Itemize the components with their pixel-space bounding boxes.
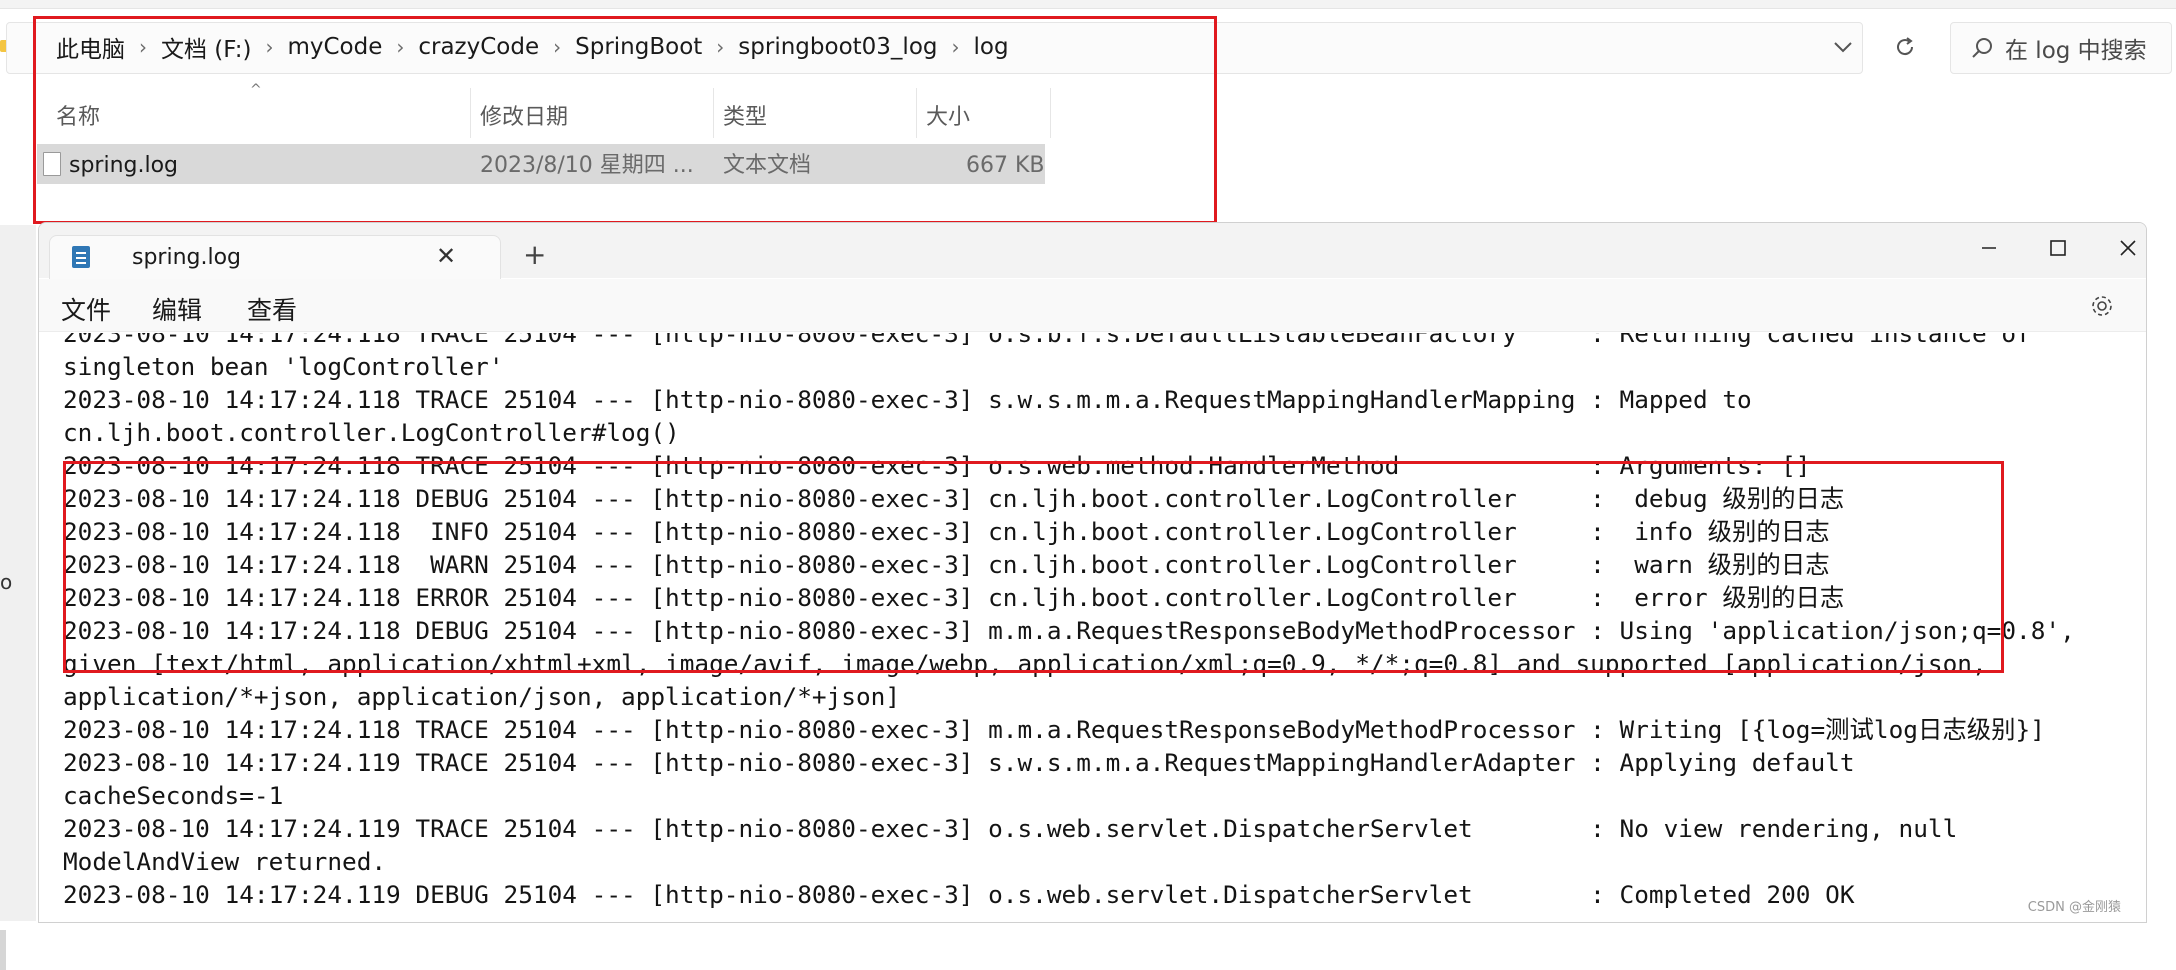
window-edge-glyph: o [0,570,13,594]
column-header-name[interactable]: 名称 [56,92,100,138]
chevron-right-icon: › [716,35,725,59]
gear-icon[interactable] [2089,293,2115,319]
log-line: ModelAndView returned. [63,847,387,876]
menu-bar: 文件 编辑 查看 [39,279,2146,332]
file-modified: 2023/8/10 星期四 ... [480,153,694,178]
chevron-right-icon: › [139,35,147,59]
log-line: 2023-08-10 14:17:24.119 TRACE 25104 --- … [63,814,1958,843]
file-name: spring.log [69,153,179,178]
breadcrumb-springboot[interactable]: SpringBoot [571,34,706,60]
chevron-right-icon: › [396,35,405,59]
breadcrumb-log[interactable]: log [970,34,1013,60]
column-header-size[interactable]: 大小 [926,92,970,138]
tab-title: spring.log [132,245,242,270]
log-line: singleton bean 'logController' [63,352,504,381]
log-line: 2023-08-10 14:17:24.119 DEBUG 25104 --- … [63,880,1855,909]
log-line: 2023-08-10 14:17:24.119 TRACE 25104 --- … [63,748,1855,777]
search-placeholder: 在 log 中搜索 [2005,38,2147,64]
text-file-icon [43,152,61,176]
log-line: 2023-08-10 14:17:24.118 TRACE 25104 --- … [63,715,2045,744]
chevron-right-icon: › [553,35,562,59]
log-content: 2023-08-10 14:17:24.118 TRACE 25104 --- … [63,333,2133,911]
log-line: 2023-08-10 14:17:24.118 TRACE 25104 --- … [63,385,1752,414]
breadcrumb-springboot03-log[interactable]: springboot03_log [734,34,941,60]
breadcrumb-this-pc[interactable]: 此电脑 [52,30,129,64]
log-line: 2023-08-10 14:17:24.118 DEBUG 25104 --- … [63,616,2075,645]
breadcrumb-drive-f[interactable]: 文档 (F:) [157,30,255,64]
chevron-down-icon[interactable] [1826,30,1860,64]
log-line: 2023-08-10 14:17:24.118 TRACE 25104 --- … [63,451,1811,480]
close-tab-icon[interactable]: ✕ [436,242,456,270]
log-line: application/*+json, application/json, ap… [63,682,901,711]
menu-file[interactable]: 文件 [61,291,111,327]
watermark: CSDN @金刚猿 [2027,900,2121,915]
file-type: 文本文档 [723,153,812,178]
chevron-right-icon: › [265,35,274,59]
minimize-button[interactable] [1969,231,2009,265]
notepad-window: spring.log ✕ + 文件 编辑 查看 2023-08-10 14:17… [38,222,2147,923]
log-line: cn.ljh.boot.controller.LogController#log… [63,418,680,447]
breadcrumb-crazycode[interactable]: crazyCode [414,34,543,60]
log-line: 2023-08-10 14:17:24.118 DEBUG 25104 --- … [63,484,1845,513]
sort-up-icon: ^ [250,82,262,98]
breadcrumb-mycode[interactable]: myCode [283,34,386,60]
breadcrumb: 此电脑 › 文档 (F:) › myCode › crazyCode › Spr… [52,30,1013,64]
maximize-button[interactable] [2038,231,2078,265]
column-divider[interactable] [916,88,917,138]
search-icon [1969,35,1995,61]
close-window-button[interactable] [2108,231,2146,265]
background-window-edge: o [0,225,36,970]
column-header-type[interactable]: 类型 [723,92,767,138]
search-input[interactable]: 在 log 中搜索 [1950,22,2172,74]
menu-view[interactable]: 查看 [247,291,297,327]
refresh-icon[interactable] [1888,30,1922,64]
column-header-modified[interactable]: 修改日期 [480,92,568,138]
log-line: 2023-08-10 14:17:24.118 TRACE 25104 --- … [63,333,2031,348]
log-line: 2023-08-10 14:17:24.118 WARN 25104 --- [… [63,550,1830,579]
notepad-icon [72,246,90,268]
column-divider[interactable] [470,88,471,138]
log-line: given [text/html, application/xhtml+xml,… [63,649,1987,678]
scrollbar-stub [0,930,6,970]
column-divider[interactable] [1050,88,1051,138]
log-line: 2023-08-10 14:17:24.118 ERROR 25104 --- … [63,583,1845,612]
tab-spring-log[interactable]: spring.log ✕ [49,235,501,280]
file-size: 667 KB [966,153,1045,178]
text-editor[interactable]: 2023-08-10 14:17:24.118 TRACE 25104 --- … [39,333,2146,922]
new-tab-button[interactable]: + [523,241,546,269]
log-line: 2023-08-10 14:17:24.118 INFO 25104 --- [… [63,517,1830,546]
log-line: cacheSeconds=-1 [63,781,284,810]
column-divider[interactable] [713,88,714,138]
menu-edit[interactable]: 编辑 [152,291,202,327]
chevron-right-icon: › [951,35,960,59]
explorer-top-edge [0,0,2176,9]
